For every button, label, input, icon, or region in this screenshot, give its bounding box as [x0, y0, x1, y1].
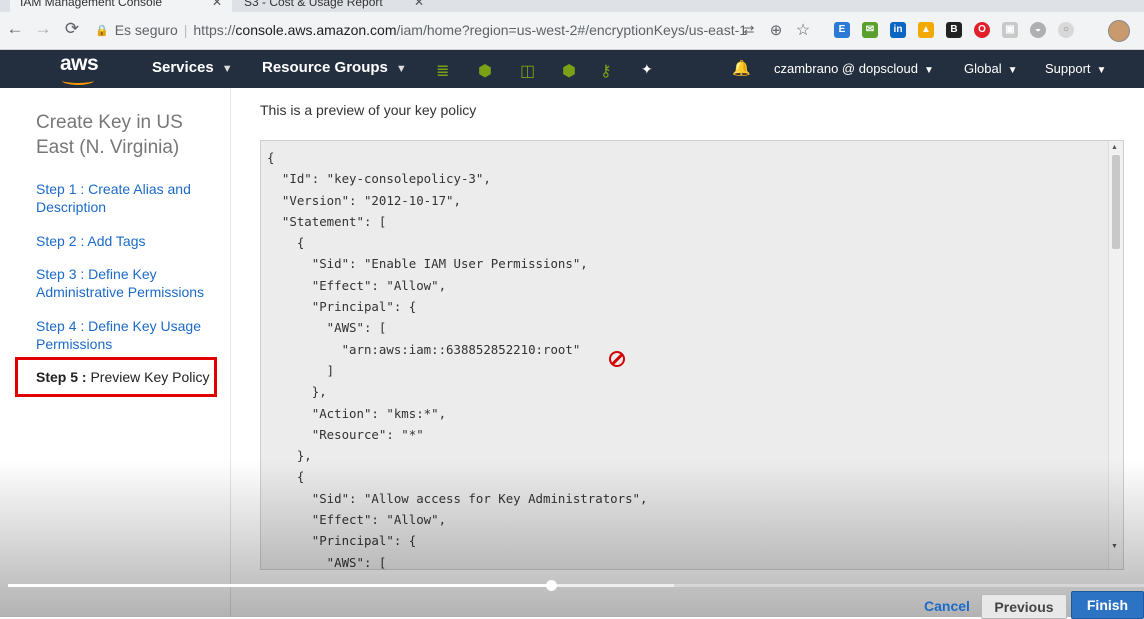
account-label: czambrano @ dopscloud — [774, 61, 918, 76]
bookmark-star-icon[interactable]: ☆ — [792, 20, 814, 40]
support-label: Support — [1045, 61, 1091, 76]
active-step-prefix: Step 5 : — [36, 369, 87, 385]
region-label: Global — [964, 61, 1002, 76]
resource-groups-menu[interactable]: Resource Groups ▼ — [262, 59, 407, 76]
services-menu[interactable]: Services ▼ — [152, 59, 233, 76]
close-icon[interactable]: ✕ — [212, 0, 222, 9]
tab-label: IAM Management Console — [20, 0, 163, 9]
wizard-step-4-link[interactable]: Step 4 : Define Key Usage Permissions — [36, 317, 216, 353]
extension-icon[interactable]: ○ — [1058, 22, 1074, 38]
scrollbar-thumb[interactable] — [1112, 155, 1120, 249]
previous-button[interactable]: Previous — [981, 594, 1067, 619]
wizard-footer: Cancel Previous Finish — [0, 591, 1144, 619]
url-host: console.aws.amazon.com — [235, 22, 397, 38]
browser-toolbar: ← → ⟳ 🔒 Es seguro | https://console.aws.… — [0, 12, 1144, 50]
extension-icon[interactable]: ◒ — [1030, 22, 1046, 38]
aws-smile-icon — [62, 76, 94, 85]
address-bar[interactable]: 🔒 Es seguro | https://console.aws.amazon… — [95, 18, 747, 42]
service-shortcut-icon[interactable]: ⬢ — [562, 61, 576, 81]
back-arrow-icon[interactable]: ← — [4, 19, 26, 39]
active-step-label: Preview Key Policy — [90, 369, 210, 385]
chevron-down-icon: ▼ — [1007, 65, 1018, 76]
active-step-text: Step 5 : Preview Key Policy — [36, 369, 210, 385]
pin-icon[interactable]: ✦ — [641, 61, 653, 78]
browser-tab[interactable]: S3 - Cost & Usage Report ✕ — [234, 0, 434, 12]
tab-label: S3 - Cost & Usage Report — [244, 0, 383, 9]
wizard-step-3-link[interactable]: Step 3 : Define Key Administrative Permi… — [36, 265, 216, 301]
wizard-step-1-link[interactable]: Step 1 : Create Alias and Description — [36, 180, 216, 216]
key-policy-json: { "Id": "key-consolepolicy-3", "Version"… — [267, 150, 648, 570]
aws-logo-text: aws — [60, 52, 99, 75]
translate-icon[interactable]: ⇄ — [738, 22, 760, 38]
forward-arrow-icon[interactable]: → — [32, 19, 54, 39]
policy-preview-heading: This is a preview of your key policy — [260, 102, 477, 118]
wizard-title: Create Key in US East (N. Virginia) — [36, 112, 183, 158]
url-path: /iam/home?region=us-west-2#/encryptionKe… — [396, 22, 748, 38]
wizard-step-5-active: Step 5 : Preview Key Policy — [15, 357, 217, 397]
browser-tab-strip: IAM Management Console ✕ S3 - Cost & Usa… — [0, 0, 1144, 12]
account-menu[interactable]: czambrano @ dopscloud ▼ — [774, 61, 934, 76]
close-icon[interactable]: ✕ — [414, 0, 424, 9]
chevron-down-icon: ▼ — [221, 63, 233, 75]
extension-icon[interactable]: ▲ — [918, 22, 934, 38]
lock-icon: 🔒 — [95, 24, 109, 37]
zoom-icon[interactable]: ⊕ — [765, 21, 787, 39]
scroll-down-icon[interactable]: ▼ — [1111, 543, 1118, 550]
reload-icon[interactable]: ⟳ — [61, 19, 83, 39]
extension-icon[interactable]: B — [946, 22, 962, 38]
opera-icon[interactable]: O — [974, 22, 990, 38]
service-shortcut-icon[interactable]: ⬢ — [478, 61, 492, 81]
key-icon[interactable]: ⚷ — [600, 61, 612, 81]
chevron-down-icon: ▼ — [395, 63, 407, 75]
wizard-sidebar: Create Key in US East (N. Virginia) Step… — [0, 88, 231, 617]
service-shortcut-icon[interactable]: ◫ — [520, 61, 535, 81]
not-allowed-cursor-icon — [609, 351, 625, 367]
cancel-button[interactable]: Cancel — [924, 598, 970, 614]
extension-icon[interactable]: ▣ — [1002, 22, 1018, 38]
wizard-step-2-link[interactable]: Step 2 : Add Tags — [36, 232, 216, 250]
video-scrubber-handle[interactable] — [545, 580, 557, 591]
browser-tab-active[interactable]: IAM Management Console ✕ — [10, 0, 232, 12]
linkedin-icon[interactable]: in — [890, 22, 906, 38]
bell-icon[interactable]: 🔔 — [732, 59, 751, 77]
finish-button[interactable]: Finish — [1071, 591, 1144, 619]
aws-logo[interactable]: aws — [60, 52, 99, 85]
policy-scrollbar[interactable]: ▲ ▼ — [1108, 141, 1123, 569]
scroll-up-icon[interactable]: ▲ — [1111, 144, 1118, 151]
services-label: Services — [152, 59, 214, 76]
avatar[interactable] — [1108, 20, 1130, 42]
region-menu[interactable]: Global ▼ — [964, 61, 1017, 76]
resource-groups-label: Resource Groups — [262, 59, 388, 76]
video-progress-played — [8, 584, 551, 587]
key-policy-textarea[interactable]: { "Id": "key-consolepolicy-3", "Version"… — [260, 140, 1124, 570]
separator: | — [183, 22, 188, 38]
chevron-down-icon: ▼ — [1096, 65, 1107, 76]
chevron-down-icon: ▼ — [924, 65, 934, 76]
aws-nav-bar: aws Services ▼ Resource Groups ▼ ≣ ⬢ ◫ ⬢ ⚷… — [0, 50, 1144, 88]
url-prefix: https:// — [193, 22, 236, 38]
service-shortcut-icon[interactable]: ≣ — [436, 61, 449, 81]
extension-icon[interactable]: E — [834, 22, 850, 38]
security-label: Es seguro — [114, 22, 178, 38]
support-menu[interactable]: Support ▼ — [1045, 61, 1106, 76]
extension-icon[interactable]: ✉ — [862, 22, 878, 38]
